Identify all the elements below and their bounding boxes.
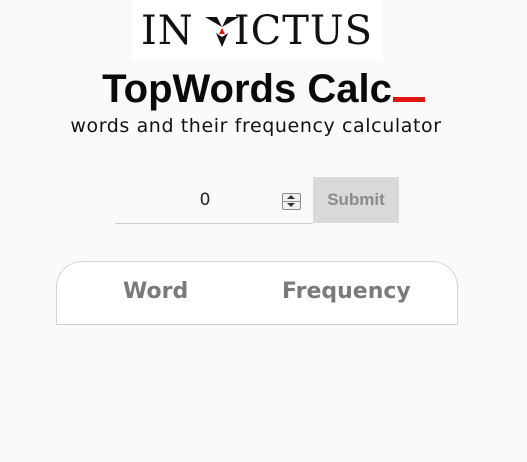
results-table: Word Frequency (56, 261, 458, 325)
submit-button[interactable]: Submit (313, 177, 399, 223)
column-header-word: Word (123, 279, 189, 304)
invictus-logo: IN ICTUS (132, 0, 382, 60)
logo-wordmark: IN ICTUS (140, 8, 373, 54)
word-count-input[interactable]: 0 (115, 177, 313, 224)
stepper-divider (283, 201, 300, 202)
stepper-arrows-icon[interactable] (282, 193, 301, 210)
word-count-value[interactable]: 0 (115, 190, 295, 210)
invictus-v-logo-icon (205, 17, 239, 47)
page-subtitle: words and their frequency calculator (70, 115, 442, 137)
column-header-frequency: Frequency (282, 279, 411, 304)
blinking-cursor-icon (392, 97, 425, 102)
stepper-up-icon[interactable] (287, 195, 295, 199)
word-count-form: 0 Submit (115, 177, 399, 224)
stepper-down-icon[interactable] (287, 203, 295, 207)
page-title: TopWords Calc (0, 64, 527, 114)
